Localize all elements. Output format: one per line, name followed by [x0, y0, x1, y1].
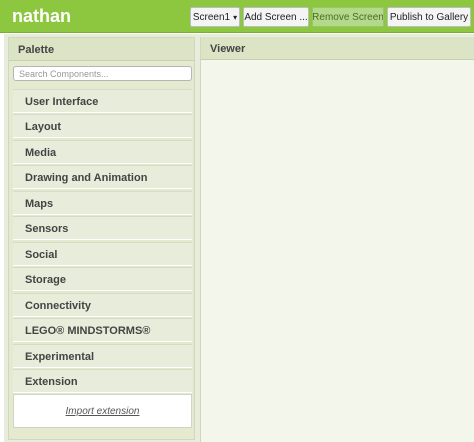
palette-category-drawing-and-animation[interactable]: Drawing and Animation — [13, 165, 192, 189]
viewer-panel: Viewer — [200, 37, 474, 442]
palette-category-maps[interactable]: Maps — [13, 191, 192, 215]
palette-category-extension[interactable]: Extension — [13, 369, 192, 393]
palette-category-connectivity[interactable]: Connectivity — [13, 293, 192, 317]
add-screen-button[interactable]: Add Screen ... — [243, 7, 309, 27]
top-toolbar: nathan Screen1 ▾ Add Screen ... Remove S… — [0, 0, 474, 33]
palette-category-sensors[interactable]: Sensors — [13, 216, 192, 240]
palette-category-layout[interactable]: Layout — [13, 114, 192, 138]
import-extension-link[interactable]: Import extension — [66, 406, 140, 417]
remove-screen-button[interactable]: Remove Screen — [312, 7, 384, 27]
screen-select-dropdown[interactable]: Screen1 ▾ — [190, 7, 240, 27]
palette-category-experimental[interactable]: Experimental — [13, 344, 192, 368]
palette-category-social[interactable]: Social — [13, 242, 192, 266]
viewer-title: Viewer — [201, 37, 474, 60]
palette-panel: Palette User Interface Layout Media Draw… — [8, 37, 195, 440]
palette-category-lego-mindstorms[interactable]: LEGO® MINDSTORMS® — [13, 318, 192, 342]
palette-title: Palette — [9, 38, 194, 61]
publish-to-gallery-button[interactable]: Publish to Gallery — [387, 7, 471, 27]
palette-category-media[interactable]: Media — [13, 140, 192, 164]
search-components-input[interactable] — [13, 66, 192, 81]
palette-category-user-interface[interactable]: User Interface — [13, 89, 192, 113]
project-title: nathan — [12, 6, 72, 26]
chevron-down-icon: ▾ — [233, 12, 238, 22]
screen-select-label: Screen1 — [192, 11, 231, 23]
palette-category-storage[interactable]: Storage — [13, 267, 192, 291]
import-extension-box: Import extension — [13, 394, 192, 428]
